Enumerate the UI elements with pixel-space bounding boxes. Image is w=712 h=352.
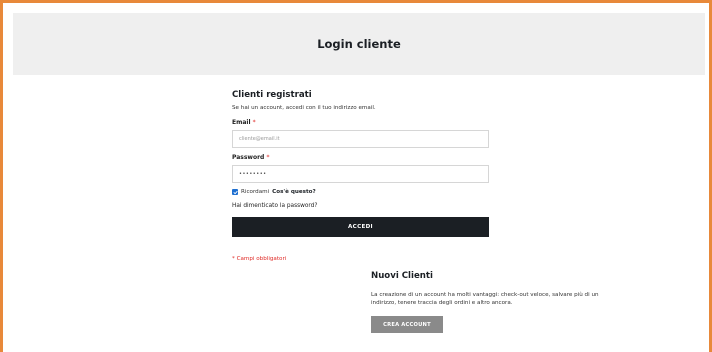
check-icon xyxy=(233,190,238,194)
remember-checkbox[interactable] xyxy=(232,189,238,195)
login-button[interactable]: ACCEDI xyxy=(232,217,489,237)
email-required-mark: * xyxy=(252,119,256,126)
page-header: Login cliente xyxy=(13,13,705,75)
login-intro-text: Se hai un account, accedi con il tuo ind… xyxy=(232,105,376,111)
registered-customers-title: Clienti registrati xyxy=(232,90,312,100)
new-customers-description: La creazione di un account ha molti vant… xyxy=(371,292,599,306)
email-label: Email * xyxy=(232,119,256,126)
password-field[interactable] xyxy=(232,165,489,183)
password-label-text: Password xyxy=(232,154,265,161)
forgot-password-link[interactable]: Hai dimenticato la password? xyxy=(232,203,317,209)
remember-label: Ricordami xyxy=(241,189,270,195)
password-required-mark: * xyxy=(266,154,270,161)
password-label: Password * xyxy=(232,154,269,161)
email-label-text: Email xyxy=(232,119,251,126)
page-frame: Login cliente Clienti registrati Se hai … xyxy=(0,0,712,352)
create-account-button[interactable]: CREA ACCOUNT xyxy=(371,316,443,333)
new-customers-title: Nuovi Clienti xyxy=(371,271,433,281)
required-fields-note: * Campi obbligatori xyxy=(232,256,287,262)
whats-this-link[interactable]: Cos'è questo? xyxy=(272,189,316,195)
page-title: Login cliente xyxy=(317,37,401,51)
email-field[interactable] xyxy=(232,130,489,148)
remember-me: Ricordami Cos'è questo? xyxy=(232,189,316,195)
